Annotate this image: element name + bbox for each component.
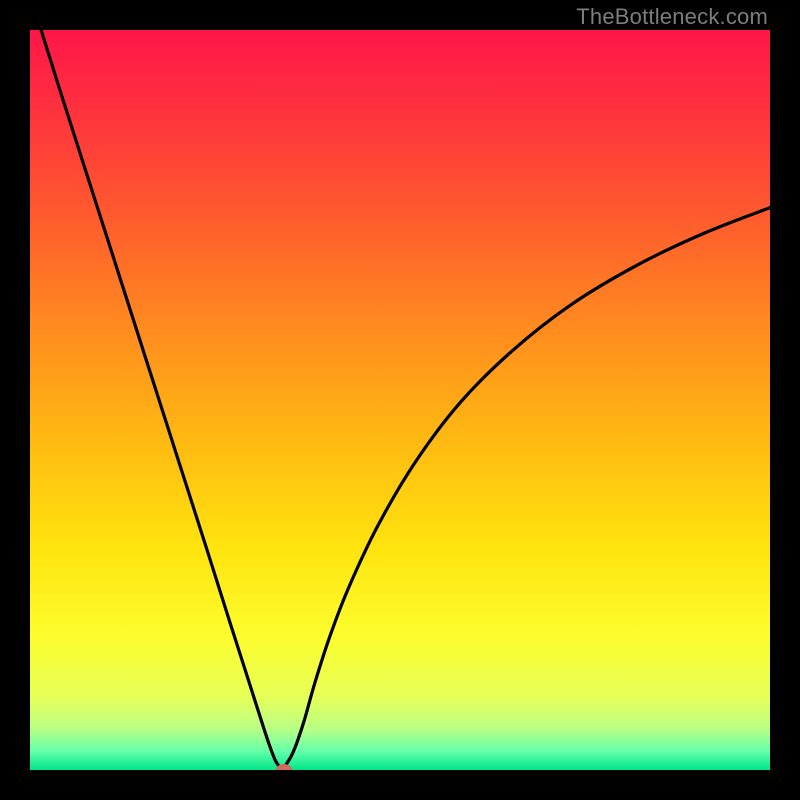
- optimal-point-marker: [276, 764, 292, 770]
- watermark-text: TheBottleneck.com: [576, 4, 768, 30]
- bottleneck-curve: [41, 30, 770, 768]
- plot-area: [30, 30, 770, 770]
- curve-layer: [30, 30, 770, 770]
- chart-frame: TheBottleneck.com: [0, 0, 800, 800]
